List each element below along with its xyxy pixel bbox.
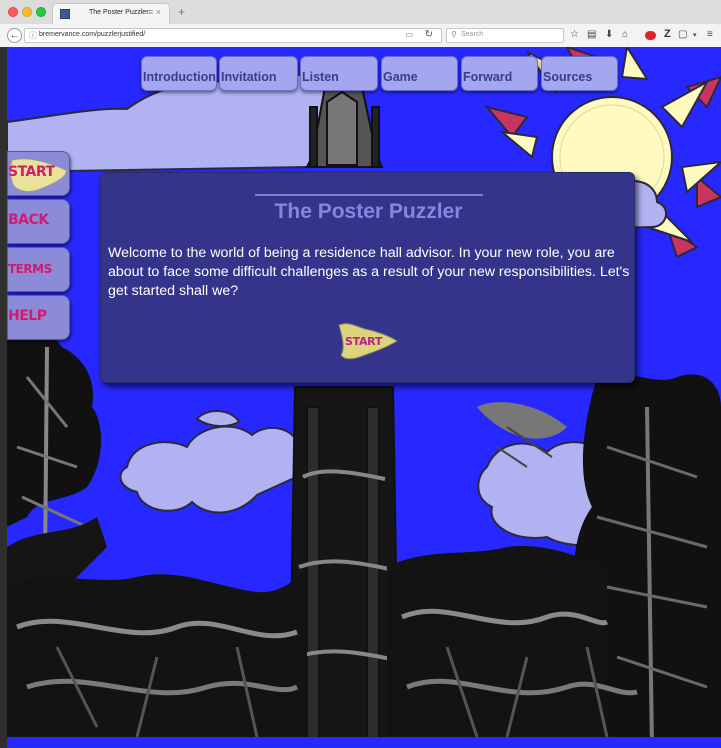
side-button-label-back: BACK — [8, 212, 49, 228]
reader-view-icon[interactable]: ▭ — [405, 30, 413, 39]
hamburger-menu-icon[interactable]: ≡ — [707, 29, 713, 40]
bookmarks-menu-icon[interactable]: ▤ — [587, 29, 596, 40]
address-bar[interactable]: ⓘ bremervance.com/puzzlerjustified/ ▭ ↻ — [24, 28, 442, 43]
start-side-button[interactable]: START — [7, 151, 70, 196]
background-illustration — [7, 47, 721, 748]
left-tree-illustration — [7, 314, 107, 607]
dialog-start-label: START — [345, 335, 383, 348]
page-viewport: Introduction Invitation Listen Game Forw… — [7, 47, 721, 748]
search-bar[interactable]: ⚲ Search — [446, 28, 564, 43]
tab-game[interactable]: Game — [381, 56, 458, 91]
navigation-bar: ← ⓘ bremervance.com/puzzlerjustified/ ▭ … — [0, 24, 721, 47]
dialog-title: The Poster Puzzler — [274, 200, 463, 223]
zotero-icon[interactable]: Z — [664, 28, 671, 40]
browser-chrome: The Poster Puzzler ≡ × + ← ⓘ bremervance… — [0, 0, 721, 47]
extension-icon[interactable]: ▢ — [678, 29, 687, 40]
welcome-dialog: The Poster Puzzler Welcome to the world … — [100, 172, 635, 383]
side-button-label-help: HELP — [8, 308, 47, 324]
browser-tab[interactable]: The Poster Puzzler ≡ × — [52, 3, 170, 24]
terms-side-button[interactable]: TERMS — [7, 247, 70, 292]
favicon-icon — [60, 9, 70, 19]
side-button-label-start: START — [8, 164, 55, 180]
new-tab-button[interactable]: + — [178, 5, 185, 19]
title-divider — [255, 194, 483, 196]
bookmark-star-icon[interactable]: ☆ — [570, 29, 579, 40]
tab-close-icon[interactable]: ≡ × — [148, 7, 161, 17]
home-icon[interactable]: ⌂ — [622, 29, 628, 40]
window-minimize-button[interactable] — [22, 7, 32, 17]
tab-introduction[interactable]: Introduction — [141, 56, 217, 91]
dialog-body-text: Welcome to the world of being a residenc… — [108, 245, 630, 299]
side-button-label-terms: TERMS — [8, 262, 52, 276]
tab-forward[interactable]: Forward — [461, 56, 538, 91]
tab-bar: The Poster Puzzler ≡ × + — [0, 0, 721, 24]
downloads-icon[interactable]: ⬇ — [605, 29, 613, 40]
search-placeholder: Search — [461, 31, 484, 38]
chevron-down-icon[interactable]: ▾ — [693, 31, 697, 39]
lower-left-cloud — [119, 410, 308, 514]
back-arrow-icon[interactable]: ← — [7, 28, 22, 43]
back-side-button[interactable]: BACK — [7, 199, 70, 244]
info-icon[interactable]: ⓘ — [29, 30, 37, 41]
tab-title: The Poster Puzzler — [89, 9, 149, 16]
help-side-button[interactable]: HELP — [7, 295, 70, 340]
search-icon: ⚲ — [451, 30, 457, 39]
reload-icon[interactable]: ↻ — [425, 29, 433, 40]
url-text: bremervance.com/puzzlerjustified/ — [39, 31, 146, 38]
tab-listen[interactable]: Listen — [300, 56, 378, 91]
dialog-start-button[interactable]: START — [335, 319, 399, 363]
tab-sources[interactable]: Sources — [541, 56, 618, 91]
adblock-icon[interactable] — [645, 31, 656, 40]
window-close-button[interactable] — [8, 7, 18, 17]
window-maximize-button[interactable] — [36, 7, 46, 17]
tab-invitation[interactable]: Invitation — [219, 56, 298, 91]
